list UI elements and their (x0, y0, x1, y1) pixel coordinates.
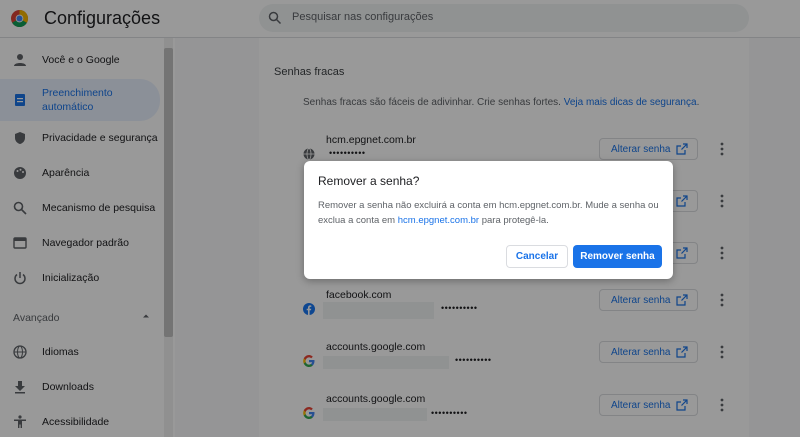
remove-password-dialog: Remover a senha? Remover a senha não exc… (304, 161, 673, 279)
remove-password-button[interactable]: Remover senha (573, 245, 662, 268)
cancel-button[interactable]: Cancelar (506, 245, 568, 268)
dialog-title: Remover a senha? (318, 174, 420, 188)
dialog-site-link[interactable]: hcm.epgnet.com.br (398, 215, 479, 226)
dialog-body: Remover a senha não excluirá a conta em … (318, 200, 659, 226)
